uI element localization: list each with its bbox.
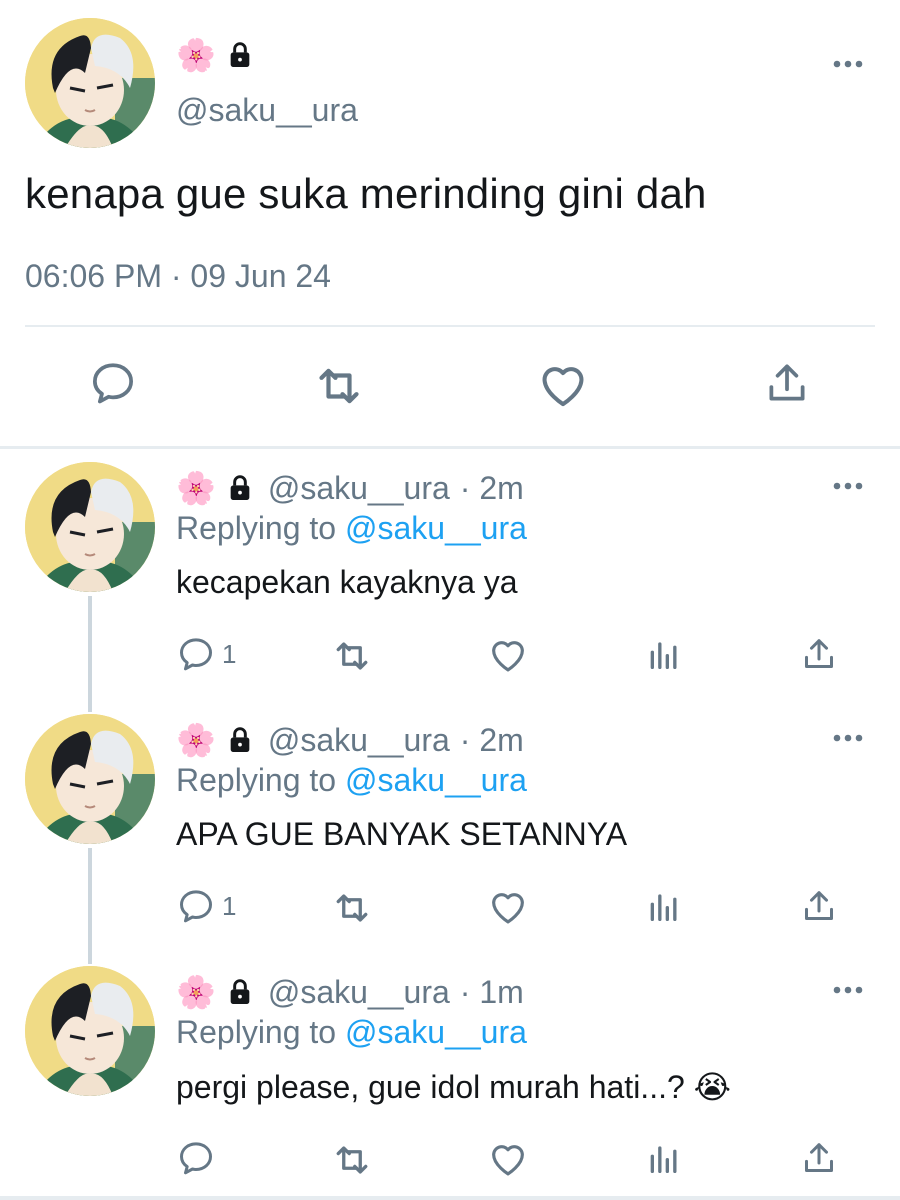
lock-icon: [224, 472, 256, 504]
user-handle[interactable]: @saku__ura: [268, 974, 450, 1011]
retweet-icon: [330, 886, 374, 930]
reply-header[interactable]: 🌸 @saku__ura · 2m: [176, 718, 524, 762]
heart-icon: [536, 358, 590, 412]
analytics-button[interactable]: [644, 886, 684, 926]
mention-link[interactable]: @saku__ura: [345, 510, 527, 546]
retweet-icon: [330, 634, 374, 678]
reply-text: pergi please, gue idol murah hati...? 😭: [176, 1068, 731, 1106]
reply-actions: 1: [0, 886, 900, 930]
tweet-text: kenapa gue suka merinding gini dah: [25, 170, 707, 217]
reply-count: 1: [222, 638, 237, 669]
reply-icon: [176, 634, 216, 674]
more-icon: [832, 985, 864, 995]
reply-button[interactable]: [88, 358, 138, 408]
flower-emoji: 🌸: [176, 973, 216, 1011]
more-options-button[interactable]: [828, 52, 868, 76]
reply-time: · 2m: [459, 721, 524, 758]
reply-text-content: pergi please, gue idol murah hati...?: [176, 1069, 685, 1105]
avatar[interactable]: [25, 714, 155, 844]
more-options-button[interactable]: [828, 474, 868, 498]
share-icon: [799, 886, 839, 926]
more-icon: [832, 59, 864, 69]
replying-to: Replying to @saku__ura: [176, 1014, 527, 1051]
share-button[interactable]: [799, 886, 839, 926]
reply-text: APA GUE BANYAK SETANNYA: [176, 816, 628, 852]
mention-link[interactable]: @saku__ura: [345, 762, 527, 798]
more-icon: [832, 733, 864, 743]
heart-icon: [487, 886, 529, 928]
lock-icon: [224, 39, 256, 71]
tweet-timestamp[interactable]: 06:06 PM · 09 Jun 24: [25, 258, 331, 295]
reply-button[interactable]: [176, 1138, 222, 1178]
avatar-image: [25, 18, 155, 148]
user-handle[interactable]: @saku__ura: [176, 92, 358, 129]
bottom-divider: [0, 1196, 900, 1200]
reply-header[interactable]: 🌸 @saku__ura · 1m: [176, 970, 524, 1014]
retweet-icon: [330, 1138, 374, 1182]
flower-emoji: 🌸: [176, 469, 216, 507]
reply-time: · 1m: [459, 973, 524, 1010]
reply-text: kecapekan kayaknya ya: [176, 564, 518, 600]
more-icon: [832, 481, 864, 491]
reply-button[interactable]: 1: [176, 634, 236, 674]
reply-time: · 2m: [459, 469, 524, 506]
divider: [25, 325, 875, 327]
lock-icon: [224, 976, 256, 1008]
replying-label: Replying to: [176, 510, 345, 546]
share-button[interactable]: [799, 1138, 839, 1178]
share-icon: [799, 1138, 839, 1178]
analytics-icon: [644, 634, 684, 674]
retweet-button[interactable]: [311, 358, 367, 414]
avatar-image: [25, 714, 155, 844]
reply-icon: [176, 1138, 216, 1178]
share-button[interactable]: [799, 634, 839, 674]
display-name-row[interactable]: 🌸: [176, 35, 256, 75]
flower-emoji: 🌸: [176, 721, 216, 759]
share-icon: [762, 358, 812, 408]
crying-emoji: 😭: [693, 1068, 732, 1106]
reply-header[interactable]: 🌸 @saku__ura · 2m: [176, 466, 524, 510]
retweet-icon: [311, 358, 367, 414]
like-button[interactable]: [536, 358, 590, 412]
lock-icon: [224, 724, 256, 756]
replying-label: Replying to: [176, 762, 345, 798]
avatar[interactable]: [25, 18, 155, 148]
like-button[interactable]: [487, 634, 529, 676]
reply-actions: 1: [0, 634, 900, 678]
analytics-icon: [644, 1138, 684, 1178]
reply-icon: [176, 886, 216, 926]
reply-actions: [0, 1138, 900, 1182]
flower-emoji: 🌸: [176, 36, 216, 74]
user-handle[interactable]: @saku__ura: [268, 722, 450, 759]
avatar-image: [25, 966, 155, 1096]
retweet-button[interactable]: [330, 886, 374, 930]
mention-link[interactable]: @saku__ura: [345, 1014, 527, 1050]
reply-count: 1: [222, 890, 237, 921]
share-icon: [799, 634, 839, 674]
user-handle[interactable]: @saku__ura: [268, 470, 450, 507]
reply-icon: [88, 358, 138, 408]
like-button[interactable]: [487, 1138, 529, 1180]
avatar[interactable]: [25, 462, 155, 592]
heart-icon: [487, 634, 529, 676]
heart-icon: [487, 1138, 529, 1180]
retweet-button[interactable]: [330, 634, 374, 678]
share-button[interactable]: [762, 358, 812, 408]
reply-button[interactable]: 1: [176, 886, 236, 926]
avatar-image: [25, 462, 155, 592]
tweet-actions: [0, 358, 900, 414]
replying-label: Replying to: [176, 1014, 345, 1050]
retweet-button[interactable]: [330, 1138, 374, 1182]
analytics-button[interactable]: [644, 1138, 684, 1178]
replying-to: Replying to @saku__ura: [176, 762, 527, 799]
like-button[interactable]: [487, 886, 529, 928]
analytics-icon: [644, 886, 684, 926]
more-options-button[interactable]: [828, 978, 868, 1002]
analytics-button[interactable]: [644, 634, 684, 674]
more-options-button[interactable]: [828, 726, 868, 750]
replying-to: Replying to @saku__ura: [176, 510, 527, 547]
avatar[interactable]: [25, 966, 155, 1096]
section-divider: [0, 446, 900, 449]
